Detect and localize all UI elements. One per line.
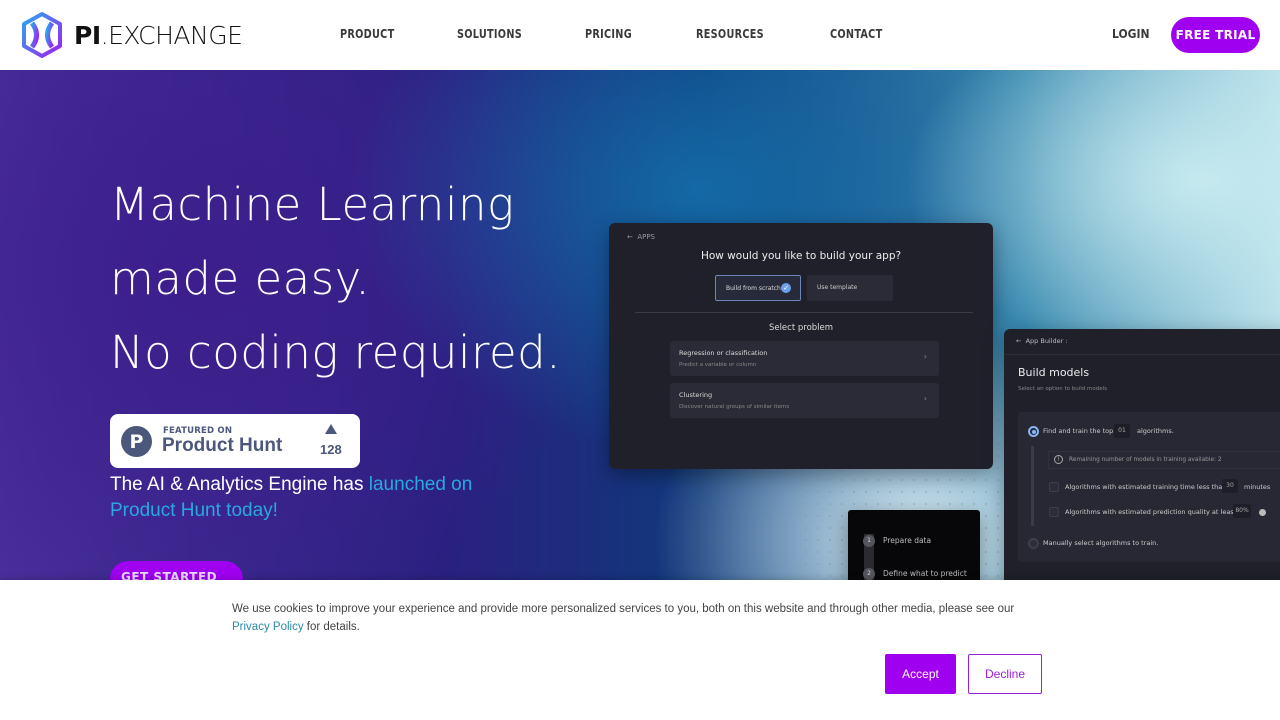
info-icon: ! [1054, 455, 1063, 464]
login-link[interactable]: LOGIN [1112, 27, 1150, 41]
select-problem-label: Select problem [768, 323, 834, 333]
radio-manual-select[interactable] [1028, 538, 1039, 549]
check-circle-icon: ✓ [781, 283, 791, 293]
chevron-right-icon: › [923, 394, 927, 403]
find-top-label: Find and train the top [1043, 427, 1114, 435]
hexagon-x-logo-icon [22, 12, 62, 58]
cookie-banner: We use cookies to improve your experienc… [0, 580, 1280, 720]
app-builder-header: ← App Builder : [1004, 329, 1280, 355]
nav-solutions[interactable]: SOLUTIONS [457, 27, 522, 41]
build-models-title: Build models [1018, 366, 1090, 379]
option-use-template[interactable]: Use template [807, 275, 893, 301]
app-builder-screenshot: ← APPS How would you like to build your … [609, 223, 993, 469]
arrow-left-icon: ← [627, 233, 633, 241]
prediction-quality-label: Algorithms with estimated prediction qua… [1065, 508, 1237, 516]
training-time-input[interactable]: 30 [1222, 479, 1238, 493]
launch-text: The AI & Analytics Engine has [110, 474, 369, 495]
logo-wordmark: PI.EXCHANGE [74, 20, 243, 50]
remaining-models-info: ! Remaining number of models in training… [1048, 451, 1280, 469]
product-hunt-badge[interactable]: P FEATURED ON Product Hunt 128 [110, 414, 360, 468]
manual-select-label: Manually select algorithms to train. [1043, 539, 1159, 547]
product-hunt-logo-icon: P [121, 426, 152, 457]
option-build-from-scratch[interactable]: Build from scratch ✓ [715, 275, 801, 301]
cookie-message: We use cookies to improve your experienc… [232, 603, 1015, 633]
build-question: How would you like to build your app? [700, 250, 902, 262]
nav-pricing[interactable]: PRICING [585, 27, 632, 41]
algorithms-label: algorithms. [1137, 427, 1174, 435]
build-models-screenshot: ← App Builder : Build models Select an o… [1004, 329, 1280, 580]
training-time-label: Algorithms with estimated training time … [1065, 483, 1227, 491]
hero-title-line: No coding required. [110, 326, 562, 379]
hero-title-line: Machine Learning [110, 178, 515, 231]
help-icon[interactable] [1259, 509, 1266, 516]
radio-find-top[interactable] [1028, 426, 1039, 437]
minutes-label: minutes [1244, 483, 1271, 491]
hero-title: Machine Learning made easy. No coding re… [110, 168, 561, 390]
privacy-policy-link[interactable]: Privacy Policy [232, 621, 304, 633]
problem-regression[interactable]: Regression or classification Predict a v… [670, 341, 939, 376]
nav-resources[interactable]: RESOURCES [696, 27, 764, 41]
get-started-button[interactable]: GET STARTED NOW [110, 561, 243, 580]
divider [635, 312, 973, 313]
steps-sidebar-screenshot: 1 Prepare data 2 Define what to predict … [848, 510, 980, 580]
site-header: PI.EXCHANGE PRODUCT SOLUTIONS PRICING RE… [0, 0, 1280, 70]
launch-announcement: The AI & Analytics Engine has launched o… [110, 472, 530, 524]
chevron-right-icon: › [923, 352, 927, 361]
checkbox-prediction-quality[interactable] [1049, 507, 1059, 517]
hero-title-line: made easy. [110, 252, 371, 305]
build-models-subtitle: Select an option to build models [1018, 386, 1107, 392]
arrow-left-icon[interactable]: ← [1016, 337, 1021, 345]
problem-clustering[interactable]: Clustering Discover natural groups of si… [670, 383, 939, 418]
indent-line [1031, 446, 1034, 526]
decline-cookies-button[interactable]: Decline [968, 654, 1042, 694]
back-apps[interactable]: ← APPS [627, 233, 655, 241]
ph-upvote-count: 128 [320, 442, 342, 457]
hero-section: Machine Learning made easy. No coding re… [0, 70, 1280, 580]
site-logo[interactable]: PI.EXCHANGE [20, 11, 243, 59]
nav-contact[interactable]: CONTACT [830, 27, 882, 41]
top-count-input[interactable]: 01 [1114, 424, 1130, 438]
free-trial-button[interactable]: FREE TRIAL [1171, 17, 1260, 53]
prediction-quality-input[interactable]: 80% [1233, 504, 1251, 518]
nav-product[interactable]: PRODUCT [340, 27, 394, 41]
ph-name: Product Hunt [162, 435, 283, 456]
upvote-triangle-icon [325, 424, 337, 434]
accept-cookies-button[interactable]: Accept [885, 654, 956, 694]
checkbox-training-time[interactable] [1049, 482, 1059, 492]
